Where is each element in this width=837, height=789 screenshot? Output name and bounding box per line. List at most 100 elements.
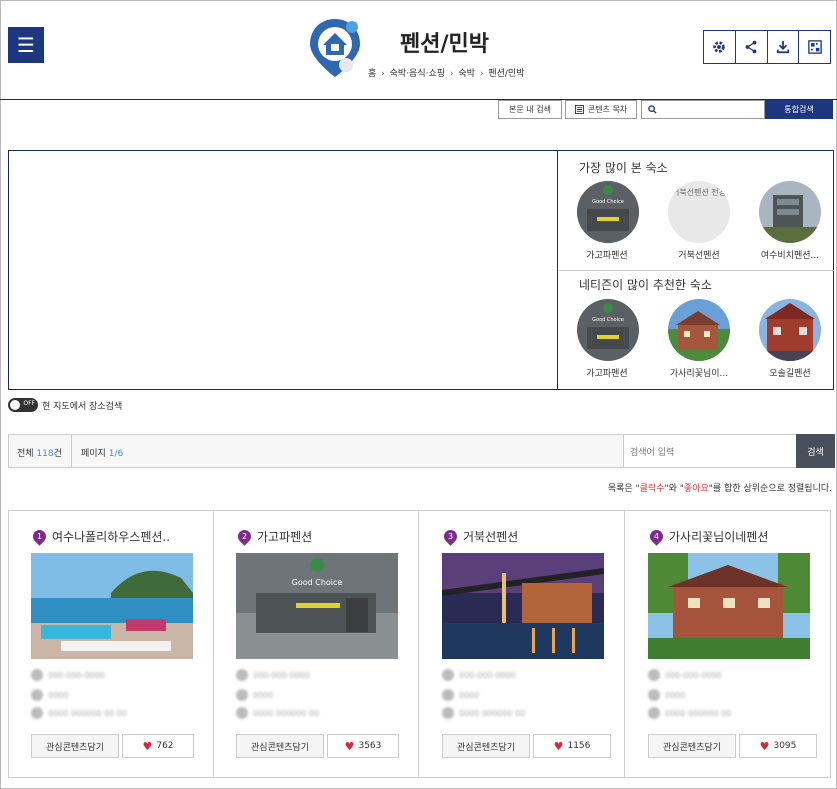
like-button[interactable]: ♥ 762	[122, 734, 194, 758]
most-viewed-label-1[interactable]: 가고파펜션	[567, 248, 647, 261]
settings-button[interactable]	[704, 31, 736, 63]
phone-icon	[648, 669, 660, 681]
qr-icon	[807, 40, 822, 54]
breadcrumb-lodging[interactable]: 숙박	[458, 69, 475, 79]
like-button[interactable]: ♥ 3095	[739, 734, 817, 758]
download-button[interactable]	[768, 31, 800, 63]
building-image	[759, 181, 821, 243]
recommended-label-3[interactable]: 오솔길펜션	[750, 366, 830, 379]
card-image[interactable]	[442, 553, 604, 659]
recommended-label-1[interactable]: 가고파펜션	[567, 366, 647, 379]
recommended-thumb-2[interactable]	[668, 299, 730, 361]
keyword-search-input[interactable]: 검색어 입력	[623, 435, 796, 467]
divider	[71, 435, 72, 467]
like-button[interactable]: ♥ 3563	[327, 734, 399, 758]
most-viewed-label-2[interactable]: 거북선펜션	[659, 248, 739, 261]
header: ☰ 펜션/민박 홈 › 숙박·음식·쇼핑 › 숙박 › 펜션/민박	[0, 0, 837, 100]
chevron-right-icon: ›	[381, 69, 385, 79]
list-item: 2 가고파펜션 Good Choice 000-000-0000 0000 00…	[214, 511, 419, 777]
recommended-thumb-3[interactable]	[759, 299, 821, 361]
chevron-right-icon: ›	[449, 69, 454, 79]
recommended-title: 네티즌이 많이 추천한 숙소	[579, 278, 712, 292]
card-title[interactable]: 1 여수나폴리하우스펜션..	[30, 527, 170, 546]
recommended-label-2[interactable]: 가사리꽃님이...	[659, 366, 739, 379]
card-image[interactable]	[648, 553, 810, 659]
breadcrumb-category[interactable]: 숙박·음식·쇼핑	[390, 69, 445, 79]
list-icon	[574, 105, 584, 114]
menu-button[interactable]: ☰	[8, 27, 44, 63]
heart-icon: ♥	[344, 739, 355, 753]
save-content-button[interactable]: 관심콘텐츠담기	[236, 734, 324, 758]
breadcrumb-home[interactable]: 홈	[368, 69, 376, 79]
like-button[interactable]: ♥ 1156	[533, 734, 611, 758]
pension-garden-image	[668, 299, 730, 361]
location-icon	[648, 707, 660, 719]
save-content-button[interactable]: 관심콘텐츠담기	[31, 734, 119, 758]
download-icon	[776, 40, 789, 54]
good-choice-image: Good Choice	[577, 181, 639, 243]
card-title[interactable]: 3 거북선펜션	[441, 527, 518, 546]
recommended-thumb-1[interactable]: Good Choice	[577, 299, 639, 361]
page-title: 펜션/민박	[400, 32, 489, 57]
save-content-button[interactable]: 관심콘텐츠담기	[442, 734, 530, 758]
list-header-bar: 전체 118건 페이지 1/6 검색어 입력 검색	[8, 434, 835, 468]
map-canvas[interactable]	[9, 151, 558, 389]
good-choice-image: Good Choice	[577, 299, 639, 361]
contents-index-button[interactable]: 콘텐츠 목차	[565, 100, 637, 119]
integrated-search-button[interactable]: 통합검색	[765, 100, 833, 119]
sort-note: 목록은 "클릭수"와 "좋아요"를 합한 상위순으로 정렬됩니다.	[607, 484, 832, 494]
qr-button[interactable]	[799, 31, 830, 63]
location-icon	[236, 707, 248, 719]
most-viewed-thumb-1[interactable]: Good Choice	[577, 181, 639, 243]
address-info: 0000 000000 00	[442, 707, 525, 719]
good-choice-gate-image: Good Choice	[236, 553, 398, 659]
most-viewed-thumb-3[interactable]	[759, 181, 821, 243]
in-page-search-button[interactable]: 본문 내 검색	[498, 100, 562, 119]
address-info: 0000 000000 00 00	[31, 707, 127, 719]
list-item: 4 가사리꽃님이네펜션 000-000-0000 0000 0000 00000…	[626, 511, 831, 777]
rank-pin-icon: 3	[441, 527, 460, 546]
share-icon	[745, 40, 757, 54]
good-choice-text: Good Choice	[292, 578, 343, 587]
heart-icon: ♥	[759, 739, 770, 753]
price-info: 0000	[648, 689, 685, 701]
most-viewed-thumb-2[interactable]: 거북선펜션 전경	[668, 181, 730, 243]
garden-pension-image	[648, 553, 810, 659]
save-content-button[interactable]: 관심콘텐츠담기	[648, 734, 736, 758]
rank-pin-icon: 2	[235, 527, 254, 546]
phone-info: 000-000-0000	[236, 669, 310, 681]
integrated-search-input[interactable]	[641, 100, 765, 119]
gear-icon	[713, 41, 726, 53]
phone-icon	[31, 669, 43, 681]
card-image[interactable]: Good Choice	[236, 553, 398, 659]
location-icon	[31, 707, 43, 719]
map-search-toggle-row: OFF 현 지도에서 장소검색	[8, 398, 122, 412]
address-info: 0000 000000 00	[648, 707, 731, 719]
chevron-right-icon: ›	[479, 69, 484, 79]
page-indicator: 페이지 1/6	[81, 449, 124, 459]
price-icon	[442, 689, 454, 701]
card-image[interactable]	[31, 553, 193, 659]
toggle-knob	[10, 400, 20, 410]
card-title[interactable]: 2 가고파펜션	[235, 527, 312, 546]
logo-pin-icon	[310, 19, 360, 77]
list-item: 1 여수나폴리하우스펜션.. 000-000-0000 0000 0000 00…	[9, 511, 214, 777]
share-button[interactable]	[736, 31, 768, 63]
phone-info: 000-000-0000	[648, 669, 722, 681]
seaside-pool-image	[31, 553, 193, 659]
good-choice-text: Good Choice	[592, 317, 624, 323]
breadcrumb-current[interactable]: 펜션/민박	[488, 69, 524, 79]
heart-icon: ♥	[553, 739, 564, 753]
search-icon	[648, 105, 657, 114]
red-building-image	[759, 299, 821, 361]
card-list: 1 여수나폴리하우스펜션.. 000-000-0000 0000 0000 00…	[8, 510, 831, 778]
price-icon	[648, 689, 660, 701]
most-viewed-label-3[interactable]: 여수비치펜션...	[750, 248, 830, 261]
map-search-label: 현 지도에서 장소검색	[42, 401, 123, 412]
address-info: 0000 000000 00	[236, 707, 319, 719]
keyword-search-button[interactable]: 검색	[796, 434, 835, 468]
price-icon	[236, 689, 248, 701]
card-title[interactable]: 4 가사리꽃님이네펜션	[647, 527, 768, 546]
map-search-toggle[interactable]: OFF	[8, 398, 38, 412]
price-info: 0000	[442, 689, 479, 701]
